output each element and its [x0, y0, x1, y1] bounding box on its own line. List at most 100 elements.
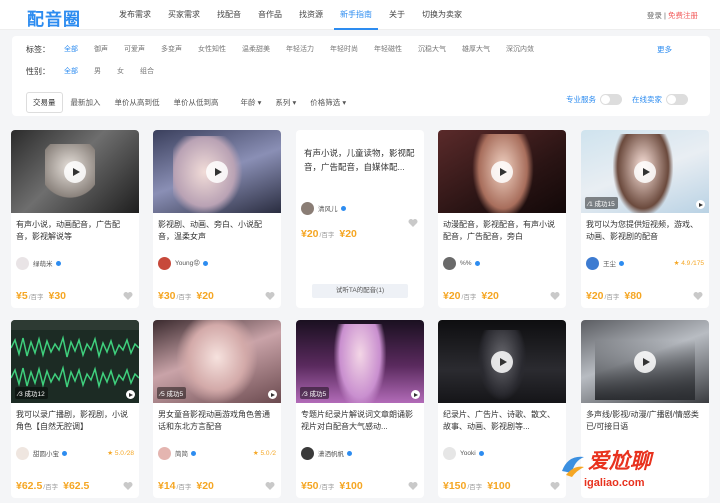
register-link[interactable]: 免费注册: [668, 11, 698, 20]
tag-option[interactable]: 御声: [86, 44, 116, 54]
heart-icon[interactable]: [408, 218, 418, 228]
avatar[interactable]: [16, 446, 29, 460]
play-icon[interactable]: [491, 160, 513, 183]
rating: ★ 5.0 ⁄28: [107, 450, 134, 457]
tag-option[interactable]: 年轻时尚: [322, 44, 366, 54]
tag-option[interactable]: 雄厚大气: [454, 44, 498, 54]
heart-icon[interactable]: [123, 481, 133, 491]
play-icon[interactable]: [491, 350, 513, 373]
avatar[interactable]: [443, 256, 456, 270]
video-thumbnail[interactable]: [11, 130, 139, 213]
seller-name[interactable]: 简简: [175, 448, 188, 458]
seller-name[interactable]: Young😡: [175, 259, 200, 267]
tag-option[interactable]: 全部: [56, 44, 86, 54]
nav-item-find-resources[interactable]: 找资源: [293, 0, 329, 30]
voice-card[interactable]: 动漫配音，影视配音，有声小说配音，广告配音，旁白 %% ¥20/百字 ¥20: [438, 130, 566, 308]
card-description: 男女童音影视动画游戏角色普通话和东北方言配音: [158, 410, 270, 431]
nav-item-post-request[interactable]: 发布需求: [113, 0, 157, 30]
nav-item-about[interactable]: 关于: [383, 0, 411, 30]
video-thumbnail[interactable]: ⁄3 成功12: [11, 320, 139, 403]
play-icon[interactable]: [64, 160, 86, 183]
sort-price-asc-button[interactable]: 单价从低到高: [168, 93, 225, 112]
gender-option[interactable]: 全部: [56, 66, 86, 76]
tag-option[interactable]: 沉稳大气: [410, 44, 454, 54]
avatar[interactable]: [443, 446, 456, 460]
online-seller-toggle[interactable]: [666, 94, 688, 105]
tag-option[interactable]: 年轻磁性: [366, 44, 410, 54]
tag-option[interactable]: 女性知性: [190, 44, 234, 54]
play-icon[interactable]: [634, 160, 656, 183]
avatar[interactable]: [158, 446, 171, 460]
mini-play-icon[interactable]: [126, 390, 135, 399]
site-logo[interactable]: 配音圈: [27, 5, 81, 30]
heart-icon[interactable]: [265, 481, 275, 491]
tag-option[interactable]: 年轻活力: [278, 44, 322, 54]
voice-card[interactable]: 纪录片、广告片、诗歌、散文、故事、动画、影视剧等... Yooki ¥150/百…: [438, 320, 566, 498]
mini-play-icon[interactable]: [696, 200, 705, 209]
seller-name[interactable]: 潇洒帆帆: [318, 448, 344, 458]
works-count-badge: ⁄3 成功5: [300, 387, 330, 399]
login-link[interactable]: 登录: [647, 11, 662, 20]
tag-option[interactable]: 多变声: [153, 44, 190, 54]
seller-name[interactable]: 清风儿: [318, 203, 338, 213]
nav-item-buyer-requests[interactable]: 买家需求: [162, 0, 206, 30]
heart-icon[interactable]: [123, 291, 133, 301]
play-icon[interactable]: [206, 160, 228, 183]
seller-name[interactable]: Yooki: [460, 450, 476, 457]
heart-icon[interactable]: [408, 481, 418, 491]
seller-name[interactable]: 甜圆小宝: [33, 448, 59, 458]
video-thumbnail[interactable]: [581, 320, 709, 403]
nav-item-guide[interactable]: 新手指南: [334, 0, 378, 30]
price-row: ¥20/百字 ¥20: [443, 290, 499, 302]
gender-option[interactable]: 组合: [132, 66, 162, 76]
series-dropdown[interactable]: 系列 ▾: [275, 97, 296, 108]
sort-newest-button[interactable]: 最新加入: [65, 93, 107, 112]
voice-card[interactable]: ⁄5 成功5 男女童音影视动画游戏角色普通话和东北方言配音 简简 ★ 5.0 ⁄…: [153, 320, 281, 498]
filter-panel: 标签： 全部 御声 可爱声 多变声 女性知性 温柔甜美 年轻活力 年轻时尚 年轻…: [12, 36, 710, 116]
video-thumbnail[interactable]: ⁄1 成功15: [581, 130, 709, 213]
verified-icon: [202, 260, 208, 266]
heart-icon[interactable]: [265, 291, 275, 301]
mini-play-icon[interactable]: [411, 390, 420, 399]
nav-item-works[interactable]: 音作品: [252, 0, 288, 30]
tag-option[interactable]: 温柔甜美: [234, 44, 278, 54]
video-thumbnail[interactable]: ⁄5 成功5: [153, 320, 281, 403]
voice-card[interactable]: 影视剧、动画、旁白、小说配音，温柔女声 Young😡 ¥30/百字 ¥20: [153, 130, 281, 308]
heart-icon[interactable]: [550, 291, 560, 301]
seller-name[interactable]: 绿萌米: [33, 258, 53, 268]
heart-icon[interactable]: [693, 291, 703, 301]
play-icon[interactable]: [634, 350, 656, 373]
verified-icon: [340, 205, 346, 211]
listen-samples-button[interactable]: 试听TA的配音(1): [312, 284, 408, 298]
nav-item-switch-seller[interactable]: 切换为卖家: [416, 0, 468, 30]
gender-option[interactable]: 男: [86, 66, 109, 76]
gender-option[interactable]: 女: [109, 66, 132, 76]
avatar[interactable]: [301, 446, 314, 460]
seller-name[interactable]: 王尘: [603, 258, 616, 268]
pro-service-toggle[interactable]: [600, 94, 622, 105]
video-thumbnail[interactable]: [438, 320, 566, 403]
price-filter-dropdown[interactable]: 价格筛选 ▾: [310, 97, 346, 108]
avatar[interactable]: [301, 201, 314, 215]
tag-filter-label: 标签：: [26, 44, 50, 54]
voice-card[interactable]: ⁄1 成功15 我可以为您提供短视频，游戏、动画、影视剧的配音 王尘 ★ 4.9…: [581, 130, 709, 308]
voice-card[interactable]: ⁄3 成功12 我可以录广播剧，影视剧，小说角色【自然无腔调】 甜圆小宝 ★ 5…: [11, 320, 139, 498]
voice-card-text[interactable]: 有声小说，儿童读物，影视配音，广告配音，自媒体配... 清风儿 ¥20/百字 ¥…: [296, 130, 424, 308]
nav-item-find-voice[interactable]: 找配音: [211, 0, 247, 30]
more-tags-link[interactable]: 更多: [657, 44, 672, 55]
video-thumbnail[interactable]: ⁄3 成功5: [296, 320, 424, 403]
age-dropdown[interactable]: 年龄 ▾: [241, 97, 262, 108]
mini-play-icon[interactable]: [268, 390, 277, 399]
tag-option[interactable]: 可爱声: [116, 44, 153, 54]
avatar[interactable]: [16, 256, 29, 270]
video-thumbnail[interactable]: [438, 130, 566, 213]
voice-card[interactable]: 有声小说，动画配音，广告配音，影视解说等 绿萌米 ¥5/百字 ¥30: [11, 130, 139, 308]
avatar[interactable]: [586, 256, 599, 270]
seller-name[interactable]: %%: [460, 260, 472, 267]
sort-by-volume-button[interactable]: 交易量: [26, 92, 63, 113]
voice-card[interactable]: ⁄3 成功5 专题片纪录片解说词文章朗诵影视片对白配音大气感动... 潇洒帆帆 …: [296, 320, 424, 498]
video-thumbnail[interactable]: [153, 130, 281, 213]
sort-price-desc-button[interactable]: 单价从高到低: [109, 93, 166, 112]
tag-option[interactable]: 深沉内敛: [498, 44, 542, 54]
avatar[interactable]: [158, 256, 171, 270]
